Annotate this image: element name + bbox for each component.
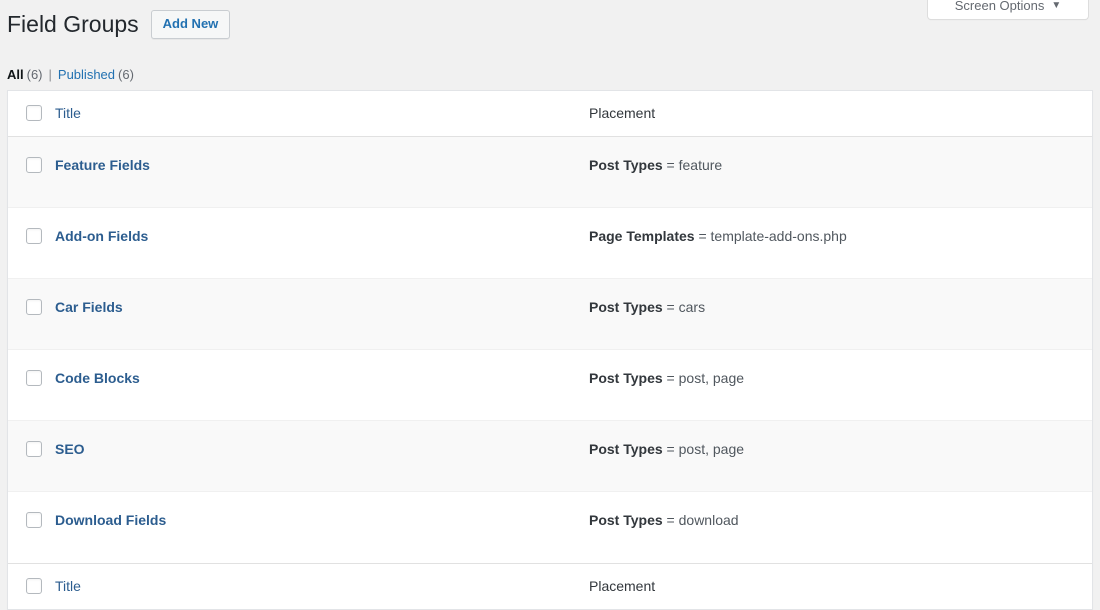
row-select-cell <box>8 421 55 492</box>
sort-title-link[interactable]: Title <box>55 105 81 121</box>
placement-value: post, page <box>679 370 744 386</box>
row-checkbox[interactable] <box>26 370 42 386</box>
placement-label: Post Types <box>589 512 663 528</box>
row-select-cell <box>8 492 55 563</box>
placement-label: Post Types <box>589 299 663 315</box>
placement-value: template-add-ons.php <box>711 228 847 244</box>
row-placement-cell: Post Types = post, page <box>589 350 1092 421</box>
select-all-footer <box>8 563 55 609</box>
screen-options-label: Screen Options <box>955 0 1045 14</box>
field-group-link[interactable]: Add-on Fields <box>55 228 148 244</box>
filter-link-all[interactable]: All <box>7 67 24 82</box>
placement-value: feature <box>679 157 723 173</box>
page-header: Field Groups Add New <box>5 10 230 39</box>
filter-count-all: (6) <box>27 67 43 82</box>
placement-label: Page Templates <box>589 228 695 244</box>
field-groups-table: Title Placement Feature Fields Post Type… <box>7 90 1093 610</box>
row-title-cell: Code Blocks <box>55 350 589 421</box>
status-filter-list: All(6) | Published(6) <box>7 66 134 83</box>
filter-link-published[interactable]: Published <box>58 67 115 82</box>
row-title-cell: Feature Fields <box>55 137 589 208</box>
row-select-cell <box>8 279 55 350</box>
row-checkbox[interactable] <box>26 299 42 315</box>
row-checkbox[interactable] <box>26 157 42 173</box>
table-header-row: Title Placement <box>8 91 1092 137</box>
filter-count-published: (6) <box>118 67 134 82</box>
sort-title-link-footer[interactable]: Title <box>55 578 81 594</box>
table-row: Code Blocks Post Types = post, page <box>8 350 1092 421</box>
row-placement-cell: Post Types = cars <box>589 279 1092 350</box>
table-footer-row: Title Placement <box>8 563 1092 609</box>
table-row: Car Fields Post Types = cars <box>8 279 1092 350</box>
field-group-link[interactable]: Car Fields <box>55 299 123 315</box>
column-header-placement: Placement <box>589 91 1092 137</box>
table-row: SEO Post Types = post, page <box>8 421 1092 492</box>
column-header-title: Title <box>55 91 589 137</box>
table-row: Feature Fields Post Types = feature <box>8 137 1092 208</box>
column-footer-title: Title <box>55 563 589 609</box>
select-all-checkbox[interactable] <box>26 105 42 121</box>
row-select-cell <box>8 350 55 421</box>
table-head: Title Placement <box>8 91 1092 137</box>
placement-value: download <box>679 512 739 528</box>
placement-equals: = <box>667 512 675 528</box>
row-title-cell: SEO <box>55 421 589 492</box>
row-title-cell: Download Fields <box>55 492 589 563</box>
table-row: Add-on Fields Page Templates = template-… <box>8 208 1092 279</box>
row-title-cell: Add-on Fields <box>55 208 589 279</box>
filter-item-published: Published(6) <box>58 66 134 83</box>
placement-equals: = <box>667 370 675 386</box>
page-title: Field Groups <box>5 10 139 39</box>
field-group-link[interactable]: Download Fields <box>55 512 166 528</box>
placement-equals: = <box>698 228 706 244</box>
row-checkbox[interactable] <box>26 512 42 528</box>
placement-equals: = <box>667 299 675 315</box>
field-group-link[interactable]: Feature Fields <box>55 157 150 173</box>
placement-equals: = <box>667 157 675 173</box>
table-body: Feature Fields Post Types = feature Add-… <box>8 137 1092 563</box>
chevron-down-icon: ▼ <box>1051 0 1061 14</box>
add-new-button[interactable]: Add New <box>151 10 231 39</box>
select-all-header <box>8 91 55 137</box>
row-placement-cell: Page Templates = template-add-ons.php <box>589 208 1092 279</box>
select-all-checkbox-footer[interactable] <box>26 578 42 594</box>
row-placement-cell: Post Types = post, page <box>589 421 1092 492</box>
placement-label: Post Types <box>589 157 663 173</box>
placement-equals: = <box>667 441 675 457</box>
row-checkbox[interactable] <box>26 441 42 457</box>
field-group-link[interactable]: Code Blocks <box>55 370 140 386</box>
row-checkbox[interactable] <box>26 228 42 244</box>
row-placement-cell: Post Types = feature <box>589 137 1092 208</box>
row-placement-cell: Post Types = download <box>589 492 1092 563</box>
placement-label: Post Types <box>589 370 663 386</box>
field-group-link[interactable]: SEO <box>55 441 85 457</box>
placement-value: post, page <box>679 441 744 457</box>
table-foot: Title Placement <box>8 563 1092 609</box>
row-select-cell <box>8 208 55 279</box>
column-footer-placement: Placement <box>589 563 1092 609</box>
screen-options-button[interactable]: Screen Options ▼ <box>927 0 1089 20</box>
placement-value: cars <box>679 299 705 315</box>
filter-item-all: All(6) <box>7 66 43 83</box>
table-row: Download Fields Post Types = download <box>8 492 1092 563</box>
row-select-cell <box>8 137 55 208</box>
filter-separator: | <box>43 66 58 83</box>
row-title-cell: Car Fields <box>55 279 589 350</box>
placement-label: Post Types <box>589 441 663 457</box>
